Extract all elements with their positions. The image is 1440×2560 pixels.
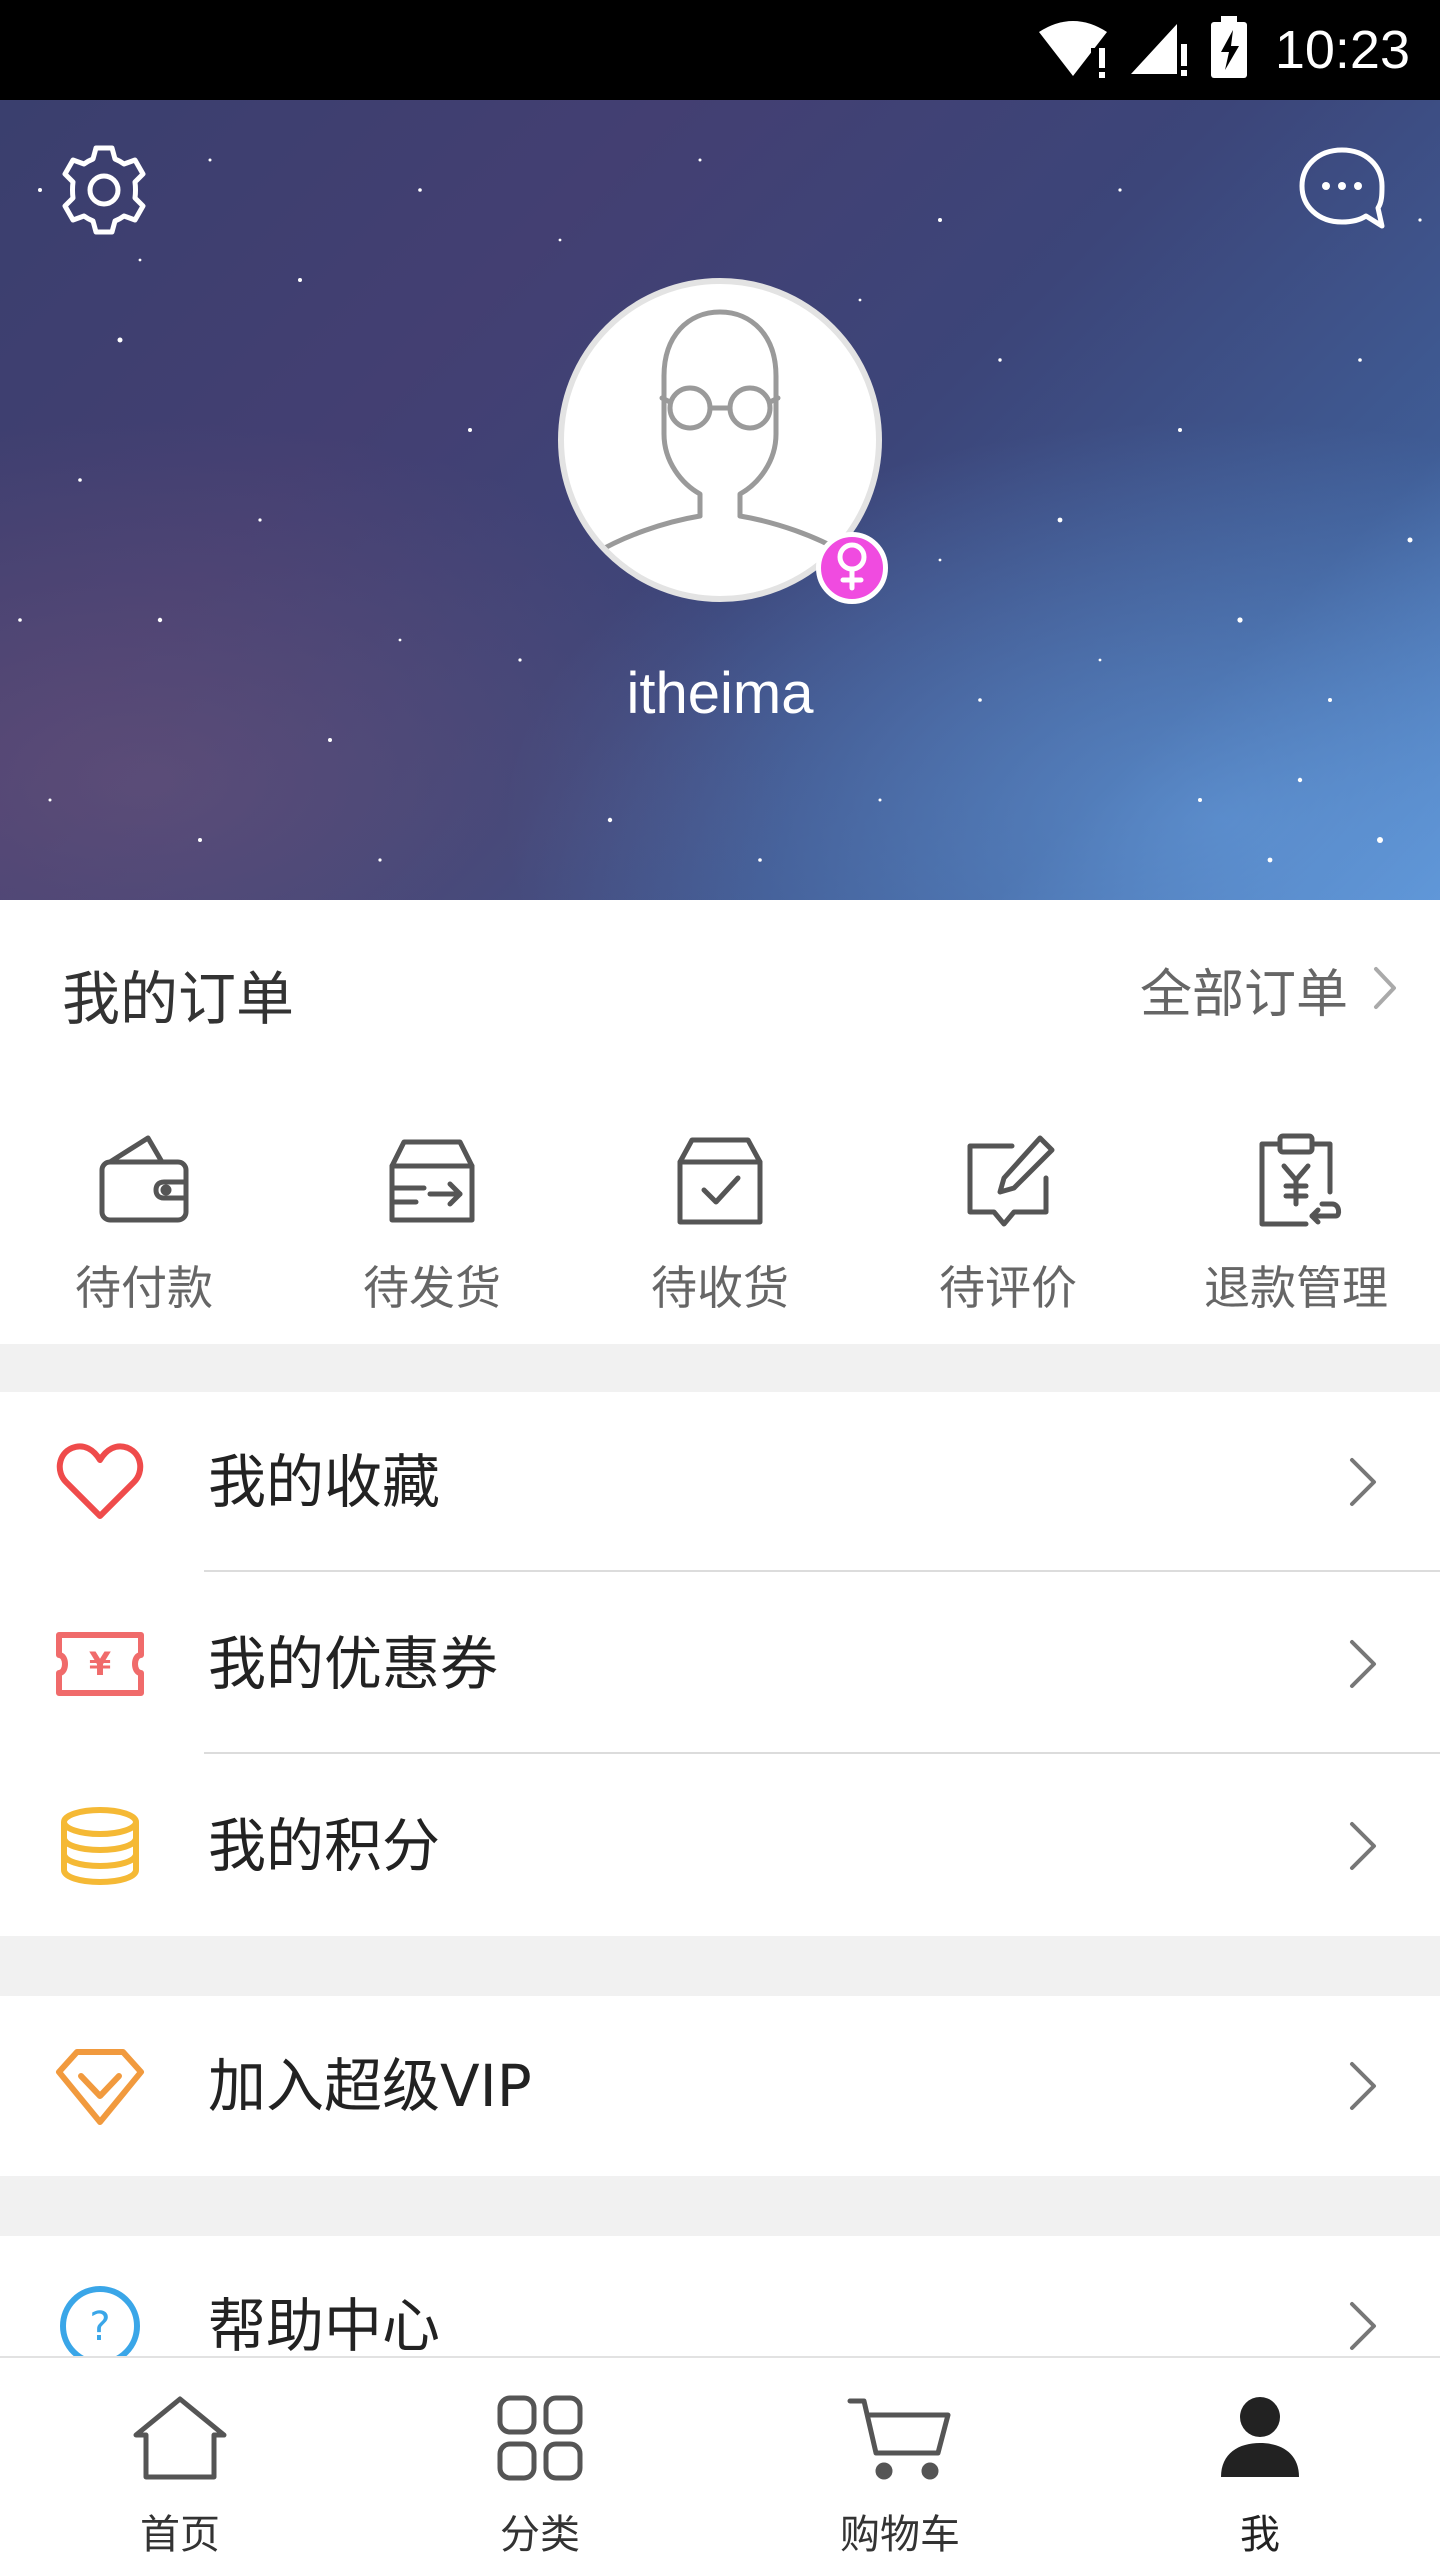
menu-label-favorites: 我的收藏 <box>208 1448 441 1516</box>
menu-label-vip: 加入超级VIP <box>208 2052 532 2120</box>
tab-label-home: 首页 <box>140 2512 220 2558</box>
bottom-tab-bar: 首页 分类 购物车 我 <box>0 2356 1440 2560</box>
female-symbol-icon <box>830 540 874 596</box>
order-label-pending-shipment: 待发货 <box>363 1261 501 1315</box>
review-edit-icon <box>958 1130 1058 1230</box>
shipping-box-icon <box>382 1130 482 1230</box>
wallet-icon <box>94 1130 194 1230</box>
svg-text:¥: ¥ <box>89 1645 111 1683</box>
menu-label-coupons: 我的优惠券 <box>208 1630 499 1698</box>
status-icons: 10:23 <box>1037 0 1410 100</box>
heart-icon <box>52 1437 148 1527</box>
coins-icon <box>52 1801 148 1891</box>
chevron-right-icon <box>1342 1634 1382 1694</box>
home-icon <box>125 2388 235 2488</box>
wifi-icon <box>1037 18 1109 82</box>
order-label-pending-receipt: 待收货 <box>651 1261 789 1315</box>
order-status-row: 待付款 待发货 待收货 待评价 退款管理 <box>0 1130 1440 1318</box>
chevron-right-icon <box>1342 1452 1382 1512</box>
tab-me[interactable]: 我 <box>1080 2358 1440 2560</box>
my-orders-section: 我的订单 全部订单 待付款 待发货 待收货 待评价 退款管理 <box>0 900 1440 1344</box>
battery-charging-icon <box>1209 16 1249 84</box>
person-icon <box>1205 2388 1315 2488</box>
profile-header: itheima <box>0 100 1440 900</box>
menu-label-points: 我的积分 <box>208 1812 441 1880</box>
order-label-refund-management: 退款管理 <box>1204 1261 1388 1315</box>
menu-item-coupons[interactable]: ¥ 我的优惠券 <box>0 1574 1440 1754</box>
cart-icon <box>845 2388 955 2488</box>
received-box-icon <box>670 1130 770 1230</box>
coupon-icon: ¥ <box>52 1619 148 1709</box>
order-pending-shipment[interactable]: 待发货 <box>288 1130 576 1318</box>
gear-icon <box>56 142 152 242</box>
status-time: 10:23 <box>1274 20 1410 80</box>
username: itheima <box>626 661 814 726</box>
category-grid-icon <box>485 2388 595 2488</box>
row-divider <box>204 1752 1440 1754</box>
chevron-right-icon <box>1342 2056 1382 2116</box>
all-orders-label: 全部订单 <box>1139 965 1348 1025</box>
order-pending-review[interactable]: 待评价 <box>864 1130 1152 1318</box>
orders-title: 我的订单 <box>62 965 295 1033</box>
chevron-right-icon <box>1370 963 1400 1017</box>
order-pending-receipt[interactable]: 待收货 <box>576 1130 864 1318</box>
order-pending-payment[interactable]: 待付款 <box>0 1130 288 1318</box>
order-refund-management[interactable]: 退款管理 <box>1152 1130 1440 1318</box>
tab-label-category: 分类 <box>500 2512 580 2558</box>
tab-category[interactable]: 分类 <box>360 2358 720 2560</box>
section-divider <box>0 2176 1440 2236</box>
menu-item-points[interactable]: 我的积分 <box>0 1756 1440 1936</box>
menu-item-vip[interactable]: 加入超级VIP <box>0 1996 1440 2176</box>
cell-signal-icon <box>1127 18 1191 82</box>
svg-text:?: ? <box>89 2304 110 2350</box>
chevron-right-icon <box>1342 2296 1382 2356</box>
chevron-right-icon <box>1342 1816 1382 1876</box>
menu-item-favorites[interactable]: 我的收藏 <box>0 1392 1440 1572</box>
gender-badge <box>816 532 888 604</box>
tab-label-me: 我 <box>1240 2512 1280 2558</box>
section-divider <box>0 1344 1440 1392</box>
order-label-pending-review: 待评价 <box>939 1261 1077 1315</box>
tab-cart[interactable]: 购物车 <box>720 2358 1080 2560</box>
tab-home[interactable]: 首页 <box>0 2358 360 2560</box>
status-bar: 10:23 <box>0 0 1440 100</box>
order-label-pending-payment: 待付款 <box>75 1261 213 1315</box>
refund-clipboard-icon <box>1246 1130 1346 1230</box>
tab-label-cart: 购物车 <box>840 2512 960 2558</box>
messages-button[interactable] <box>1290 140 1394 244</box>
section-divider <box>0 1936 1440 1996</box>
settings-button[interactable] <box>52 140 156 244</box>
row-divider <box>204 1570 1440 1572</box>
chat-bubble-icon <box>1294 142 1390 242</box>
all-orders-link[interactable]: 全部订单 <box>1140 952 1400 1027</box>
diamond-icon <box>52 2041 148 2131</box>
